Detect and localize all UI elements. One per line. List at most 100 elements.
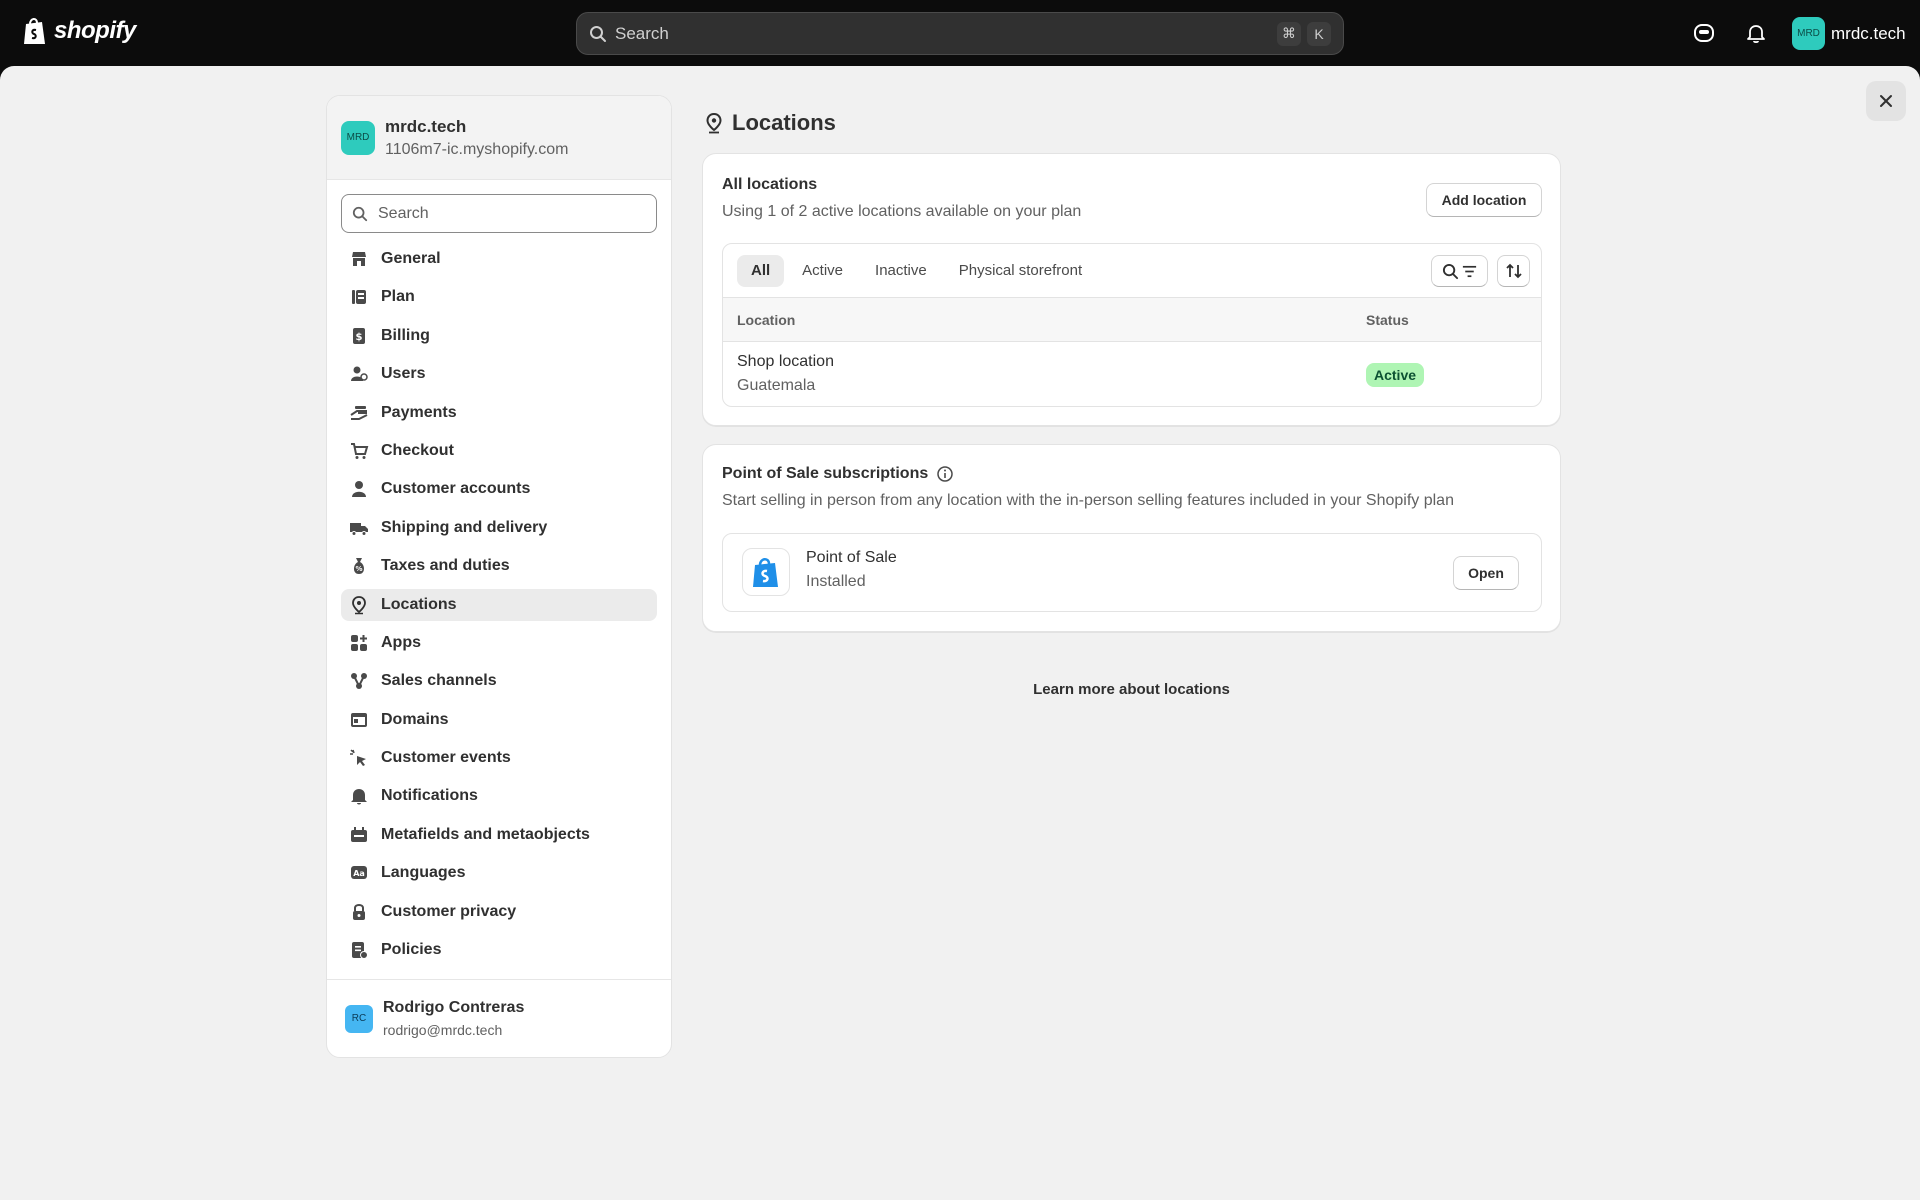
sidebar-item-label: Notifications <box>381 787 478 805</box>
sidebar-item-users[interactable]: Users <box>341 358 657 390</box>
tax-icon: % <box>354 558 364 575</box>
shortcut-k-key: K <box>1307 21 1331 46</box>
svg-text:%: % <box>355 565 362 573</box>
sidebar-item-label: Billing <box>381 326 430 344</box>
sidebar-item-label: Checkout <box>381 441 454 459</box>
bell-icon <box>1747 25 1765 44</box>
shopify-bag-icon <box>24 18 45 44</box>
tab-active[interactable]: Active <box>788 255 857 287</box>
add-location-button[interactable]: Add location <box>1426 183 1542 217</box>
sort-icon <box>1505 263 1522 279</box>
account-name: mrdc.tech <box>1831 23 1906 43</box>
store-header[interactable]: MRD mrdc.tech 1106m7-ic.myshopify.com <box>327 96 671 180</box>
sidebar-item-languages[interactable]: Aa Languages <box>341 857 657 889</box>
user-email: rodrigo@mrdc.tech <box>383 1022 503 1038</box>
sidebar-item-customer-events[interactable]: Customer events <box>341 742 657 774</box>
settings-search-input[interactable]: Search <box>341 194 657 233</box>
location-icon <box>352 595 366 614</box>
shortcut-cmd-key: ⌘ <box>1277 21 1301 46</box>
search-filter-button[interactable] <box>1431 255 1488 287</box>
sidebar-item-metafields[interactable]: Metafields and metaobjects <box>341 819 657 851</box>
top-bar: shopify Search ⌘ K MRD mrdc.tech <box>0 0 1920 66</box>
sidebar-item-label: Metafields and metaobjects <box>381 825 590 843</box>
sidebar-item-label: General <box>381 250 441 267</box>
cart-icon <box>351 442 369 459</box>
sidebar-item-domains[interactable]: Domains <box>341 704 657 736</box>
sidebar-item-general[interactable]: General <box>341 243 657 275</box>
current-user[interactable]: RC Rodrigo Contreras rodrigo@mrdc.tech <box>327 979 671 1057</box>
sidebar-item-plan[interactable]: Plan <box>341 281 657 313</box>
sidebar-item-shipping[interactable]: Shipping and delivery <box>341 512 657 544</box>
sidebar-item-policies[interactable]: Policies <box>341 934 657 966</box>
status-badge: Active <box>1366 363 1425 387</box>
sidebar-item-customer-privacy[interactable]: Customer privacy <box>341 896 657 928</box>
sort-button[interactable] <box>1497 255 1530 287</box>
global-search-input[interactable]: Search ⌘ K <box>576 12 1344 55</box>
sidebar-item-payments[interactable]: Payments <box>341 397 657 429</box>
column-status: Status <box>1366 312 1409 328</box>
notifications-button[interactable] <box>1742 19 1770 47</box>
sidekick-icon <box>1694 24 1714 42</box>
card-subtitle: Using 1 of 2 active locations available … <box>722 203 1082 220</box>
search-icon <box>352 206 368 221</box>
truck-icon <box>350 522 368 536</box>
svg-text:Aa: Aa <box>353 869 365 878</box>
sidebar-item-checkout[interactable]: Checkout <box>341 435 657 467</box>
bell-icon <box>351 789 367 805</box>
pos-app-row: Point of Sale Installed Open <box>722 533 1542 612</box>
all-locations-card: All locations Using 1 of 2 active locati… <box>702 153 1561 426</box>
table-row[interactable]: Shop location Guatemala Active <box>723 342 1541 406</box>
pos-app-status: Installed <box>806 573 866 590</box>
pos-subscriptions-card: Point of Sale subscriptions Start sellin… <box>702 444 1561 632</box>
logo-text: shopify <box>54 17 136 44</box>
page-title: Locations <box>704 110 836 136</box>
search-placeholder: Search <box>615 23 669 43</box>
learn-more-link[interactable]: Learn more about locations <box>702 681 1561 698</box>
user-name: Rodrigo Contreras <box>383 999 525 1016</box>
sidebar-item-label: Apps <box>381 633 421 651</box>
filter-icon <box>1462 265 1476 277</box>
close-settings-button[interactable] <box>1866 81 1906 121</box>
sidebar-item-label: Payments <box>381 403 457 421</box>
plan-icon <box>352 290 366 305</box>
sidebar-item-sales-channels[interactable]: Sales channels <box>341 665 657 697</box>
open-pos-button[interactable]: Open <box>1453 556 1519 590</box>
sidebar-item-notifications[interactable]: Notifications <box>341 780 657 812</box>
sidebar-item-label: Customer accounts <box>381 480 531 498</box>
pos-title: Point of Sale subscriptions <box>722 465 929 482</box>
sidebar-item-billing[interactable]: $ Billing <box>341 320 657 352</box>
settings-sidebar: MRD mrdc.tech 1106m7-ic.myshopify.com Se… <box>326 95 672 1058</box>
tab-all[interactable]: All <box>737 254 785 287</box>
location-name: Shop location <box>737 353 834 370</box>
sidebar-item-label: Customer privacy <box>381 902 517 920</box>
sidebar-item-label: Users <box>381 365 426 383</box>
metafields-icon <box>351 826 367 842</box>
sidebar-item-label: Plan <box>381 288 415 306</box>
card-title: All locations <box>722 176 818 193</box>
sidebar-item-label: Policies <box>381 941 442 959</box>
store-url: 1106m7-ic.myshopify.com <box>385 140 569 158</box>
store-avatar: MRD <box>341 120 375 155</box>
tab-physical-storefront[interactable]: Physical storefront <box>945 255 1096 287</box>
card-title: Point of Sale subscriptions <box>722 465 954 483</box>
sidebar-item-label: Taxes and duties <box>381 557 510 575</box>
pos-app-icon <box>742 548 790 596</box>
sidebar-item-label: Shipping and delivery <box>381 518 548 536</box>
table-header: Location Status <box>723 298 1541 342</box>
sidebar-item-label: Sales channels <box>381 672 497 690</box>
account-menu[interactable]: MRD mrdc.tech <box>1792 17 1906 50</box>
sidebar-item-label: Locations <box>381 595 457 613</box>
tab-inactive[interactable]: Inactive <box>861 255 941 287</box>
info-icon[interactable] <box>936 465 954 483</box>
sidebar-item-label: Customer events <box>381 749 511 767</box>
sidekick-button[interactable] <box>1690 19 1718 47</box>
store-icon <box>352 252 366 266</box>
language-icon: Aa <box>351 866 367 880</box>
shopify-logo[interactable]: shopify <box>22 16 136 46</box>
cursor-icon <box>350 749 366 767</box>
pos-app-name: Point of Sale <box>806 549 897 566</box>
sidebar-item-locations[interactable]: Locations <box>341 588 657 621</box>
sidebar-item-apps[interactable]: Apps <box>341 627 657 659</box>
sidebar-item-customer-accounts[interactable]: Customer accounts <box>341 473 657 505</box>
sidebar-item-taxes[interactable]: % Taxes and duties <box>341 550 657 582</box>
